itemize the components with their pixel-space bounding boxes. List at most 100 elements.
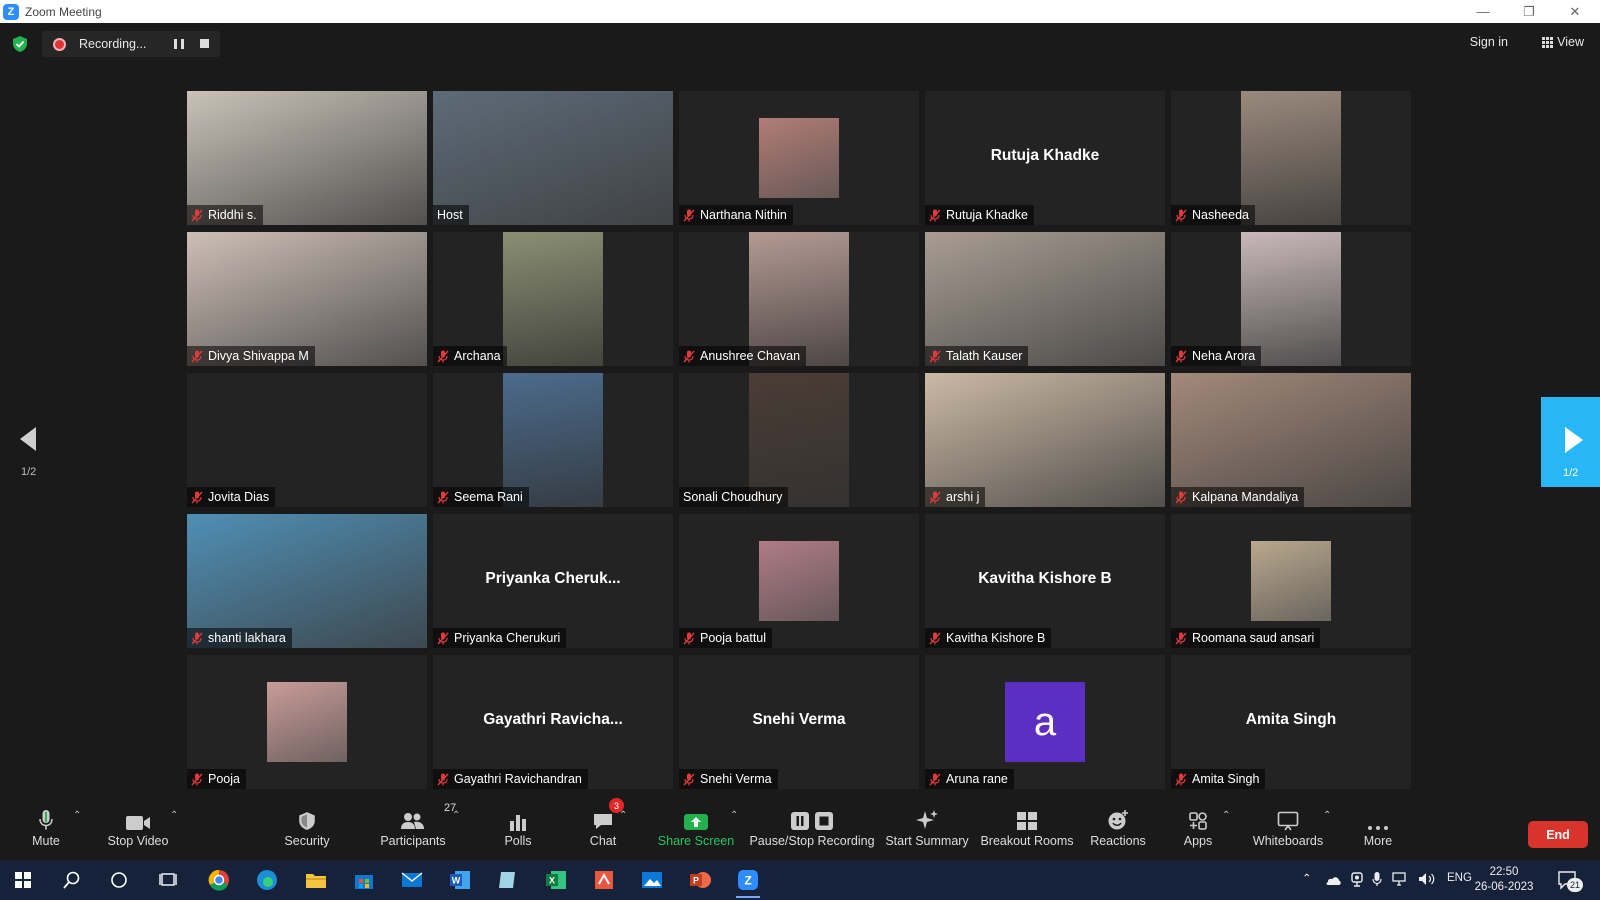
- task-view-icon[interactable]: [154, 866, 182, 894]
- word-icon[interactable]: W: [446, 866, 474, 894]
- svg-text:P: P: [693, 876, 699, 886]
- restore-icon[interactable]: ❐: [1506, 0, 1552, 23]
- tray-expand-icon[interactable]: ⌃: [1302, 871, 1312, 885]
- mute-button[interactable]: Mute: [26, 800, 66, 860]
- participant-tile[interactable]: Jovita Dias: [187, 373, 427, 507]
- participant-tile[interactable]: Rutuja Khadke Rutuja Khadke: [925, 91, 1165, 225]
- stop-recording-icon[interactable]: [200, 39, 209, 48]
- participant-name-tag: Anushree Chavan: [679, 346, 807, 366]
- notification-center-icon[interactable]: 21: [1554, 866, 1583, 894]
- windows-start-icon[interactable]: [9, 866, 37, 894]
- excel-icon[interactable]: X: [542, 866, 570, 894]
- chrome-icon[interactable]: [205, 866, 233, 894]
- participant-display-name: Priyanka Cheruk...: [485, 570, 621, 587]
- mail-icon[interactable]: [398, 866, 426, 894]
- participant-tile[interactable]: a Aruna rane: [925, 655, 1165, 789]
- chat-caret-icon[interactable]: ⌃: [619, 810, 629, 821]
- polls-button[interactable]: Polls: [503, 800, 533, 860]
- file-explorer-icon[interactable]: [302, 866, 330, 894]
- reactions-button[interactable]: Reactions: [1090, 800, 1146, 860]
- view-button[interactable]: View: [1542, 35, 1584, 49]
- participant-tile[interactable]: Pooja battul: [679, 514, 919, 648]
- participant-name: Kalpana Mandaliya: [1192, 490, 1299, 504]
- breakout-rooms-button[interactable]: Breakout Rooms: [980, 800, 1074, 860]
- participant-tile[interactable]: Kavitha Kishore B Kavitha Kishore B: [925, 514, 1165, 648]
- participant-tile[interactable]: Gayathri Ravicha... Gayathri Ravichandran: [433, 655, 673, 789]
- notes-icon[interactable]: [494, 866, 522, 894]
- participant-tile[interactable]: Seema Rani: [433, 373, 673, 507]
- participants-button[interactable]: 27 Participants: [380, 800, 456, 860]
- participant-tile[interactable]: Talath Kauser: [925, 232, 1165, 366]
- profile-picture: [1251, 541, 1331, 621]
- participant-name-tag: Snehi Verma: [679, 769, 778, 789]
- muted-microphone-icon: [191, 632, 203, 644]
- participant-tile[interactable]: Riddhi s.: [187, 91, 427, 225]
- volume-icon[interactable]: [1418, 872, 1436, 886]
- powerpoint-icon[interactable]: P: [686, 866, 714, 894]
- stop-video-button[interactable]: Stop Video: [106, 800, 170, 860]
- participant-name: Archana: [454, 349, 501, 363]
- onedrive-cloud-icon[interactable]: [1324, 874, 1342, 886]
- more-button[interactable]: More: [1362, 800, 1394, 860]
- clock-time: 22:50: [1489, 866, 1519, 878]
- participant-tile[interactable]: Divya Shivappa M: [187, 232, 427, 366]
- participant-tile[interactable]: arshi j: [925, 373, 1165, 507]
- participant-tile[interactable]: Sonali Choudhury: [679, 373, 919, 507]
- muted-microphone-icon: [683, 350, 695, 362]
- participant-tile[interactable]: Pooja: [187, 655, 427, 789]
- cortana-icon[interactable]: [105, 866, 133, 894]
- webcam-icon[interactable]: [1350, 872, 1364, 888]
- participants-caret-icon[interactable]: ⌃: [452, 810, 462, 821]
- participant-tile[interactable]: Neha Arora: [1171, 232, 1411, 366]
- microsoft-store-icon[interactable]: [350, 866, 378, 894]
- chat-button[interactable]: 3 Chat: [588, 798, 624, 860]
- participant-tile[interactable]: Amita Singh Amita Singh: [1171, 655, 1411, 789]
- participant-name: Sonali Choudhury: [683, 490, 783, 504]
- audio-options-caret-icon[interactable]: ⌃: [73, 810, 83, 821]
- zoom-taskbar-icon[interactable]: Z: [734, 866, 762, 898]
- participant-tile[interactable]: Snehi Verma Snehi Verma: [679, 655, 919, 789]
- muted-microphone-icon: [1175, 773, 1187, 785]
- encryption-shield-icon[interactable]: [12, 35, 28, 53]
- close-icon[interactable]: ✕: [1552, 0, 1598, 23]
- participant-tile[interactable]: Anushree Chavan: [679, 232, 919, 366]
- participant-tile[interactable]: Kalpana Mandaliya: [1171, 373, 1411, 507]
- photos-icon[interactable]: [638, 866, 666, 894]
- participant-tile[interactable]: shanti lakhara: [187, 514, 427, 648]
- profile-picture: [759, 541, 839, 621]
- participant-name-tag: Roomana saud ansari: [1171, 628, 1321, 648]
- participant-name: Divya Shivappa M: [208, 349, 309, 363]
- minimize-icon[interactable]: —: [1460, 0, 1506, 23]
- participant-tile[interactable]: Nasheeda: [1171, 91, 1411, 225]
- share-screen-button[interactable]: Share Screen: [658, 800, 734, 860]
- tray-microphone-icon[interactable]: [1372, 871, 1382, 887]
- participant-tile[interactable]: Host: [433, 91, 673, 225]
- participant-tile[interactable]: Archana: [433, 232, 673, 366]
- language-indicator[interactable]: ENG: [1447, 872, 1472, 884]
- participant-tile[interactable]: Narthana Nithin: [679, 91, 919, 225]
- taskbar-clock[interactable]: 22:50 26-06-2023: [1474, 865, 1534, 895]
- network-icon[interactable]: [1392, 872, 1410, 886]
- participant-tile[interactable]: Priyanka Cheruk... Priyanka Cherukuri: [433, 514, 673, 648]
- clock-date: 26-06-2023: [1474, 881, 1534, 893]
- share-caret-icon[interactable]: ⌃: [730, 810, 740, 821]
- sign-in-link[interactable]: Sign in: [1470, 35, 1508, 49]
- participant-name-tag: Talath Kauser: [925, 346, 1029, 366]
- pause-recording-icon[interactable]: [174, 39, 184, 49]
- end-meeting-button[interactable]: End: [1528, 821, 1588, 848]
- search-icon[interactable]: [58, 866, 86, 894]
- start-summary-button[interactable]: Start Summary: [885, 800, 969, 860]
- video-options-caret-icon[interactable]: ⌃: [170, 810, 180, 821]
- apps-caret-icon[interactable]: ⌃: [1222, 810, 1232, 821]
- previous-page-button[interactable]: 1/2: [0, 399, 60, 487]
- security-button[interactable]: Security: [282, 800, 332, 860]
- apps-button[interactable]: Apps: [1183, 800, 1213, 860]
- office-app-icon[interactable]: [590, 866, 618, 894]
- muted-microphone-icon: [929, 773, 941, 785]
- pause-stop-recording-button[interactable]: Pause/Stop Recording: [749, 800, 875, 860]
- next-page-button[interactable]: 1/2: [1541, 397, 1600, 487]
- whiteboards-button[interactable]: Whiteboards: [1252, 800, 1324, 860]
- edge-icon[interactable]: [253, 866, 281, 894]
- participant-tile[interactable]: Roomana saud ansari: [1171, 514, 1411, 648]
- whiteboards-caret-icon[interactable]: ⌃: [1323, 810, 1333, 821]
